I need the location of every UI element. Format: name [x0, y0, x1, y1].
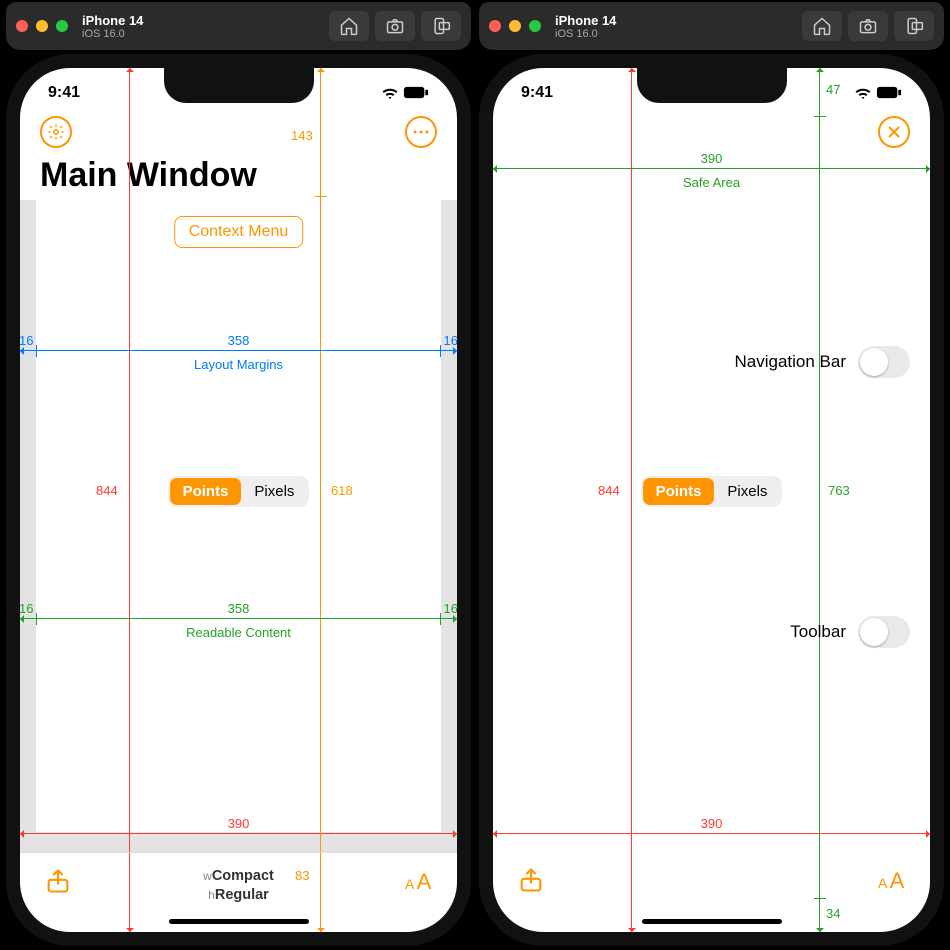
- toolbar-switch[interactable]: [858, 616, 910, 648]
- window-minimize-icon[interactable]: [36, 20, 48, 32]
- unit-segmented-control[interactable]: Points Pixels: [641, 476, 783, 507]
- svg-text:A: A: [417, 869, 432, 894]
- window-traffic-lights: [489, 20, 541, 32]
- navigation-bar-toggle-row: Navigation Bar: [493, 346, 910, 378]
- device-notch: [637, 68, 787, 103]
- home-indicator[interactable]: [169, 919, 309, 924]
- segment-points[interactable]: Points: [170, 478, 242, 505]
- window-minimize-icon[interactable]: [509, 20, 521, 32]
- ruler-full-width: 390: [20, 833, 457, 834]
- simulator-window-main: iPhone 14 iOS 16.0 9:41: [6, 2, 471, 946]
- settings-gear-button[interactable]: [40, 116, 72, 148]
- status-time: 9:41: [48, 84, 80, 102]
- device-notch: [164, 68, 314, 103]
- battery-icon: [876, 86, 902, 99]
- toolbar-toggle-row: Toolbar: [493, 616, 910, 648]
- toolbar-label: Toolbar: [790, 622, 846, 642]
- close-x-button[interactable]: [878, 116, 910, 148]
- layout-margin-band-bottom: [20, 832, 457, 852]
- page-title: Main Window: [40, 156, 257, 195]
- ruler-full-width: 390: [493, 833, 930, 834]
- simulator-screenshot-button[interactable]: [848, 11, 888, 41]
- simulator-title: iPhone 14 iOS 16.0: [82, 13, 143, 40]
- share-icon[interactable]: [44, 867, 72, 895]
- layout-margin-band-right: [441, 200, 457, 852]
- navigation-bar-label: Navigation Bar: [734, 352, 846, 372]
- svg-text:A: A: [878, 875, 888, 891]
- svg-text:A: A: [890, 868, 905, 893]
- simulator-home-button[interactable]: [329, 11, 369, 41]
- ruler-layout-margins: 16 16 358 Layout Margins: [20, 350, 457, 351]
- share-icon[interactable]: [517, 866, 545, 894]
- svg-text:A: A: [405, 876, 415, 892]
- text-size-icon[interactable]: AA: [878, 866, 906, 894]
- more-ellipsis-button[interactable]: [405, 116, 437, 148]
- segment-pixels[interactable]: Pixels: [714, 478, 780, 505]
- segment-pixels[interactable]: Pixels: [241, 478, 307, 505]
- ruler-full-height: 844: [631, 68, 632, 932]
- simulator-titlebar: iPhone 14 iOS 16.0: [479, 2, 944, 50]
- iphone-frame: 9:41 Main Window Context Menu: [6, 54, 471, 946]
- context-menu-button[interactable]: Context Menu: [174, 216, 304, 248]
- ruler-safe-area-height: 47 763 34: [819, 68, 820, 932]
- wifi-icon: [854, 86, 872, 100]
- text-size-icon[interactable]: AA: [405, 867, 433, 895]
- unit-segmented-control[interactable]: Points Pixels: [168, 476, 310, 507]
- simulator-home-button[interactable]: [802, 11, 842, 41]
- ruler-content-height: 143 618 83: [320, 68, 321, 932]
- ruler-readable-content: 16 16 358 Readable Content: [20, 618, 457, 619]
- iphone-frame: 9:41 844 390 390 Safe Area: [479, 54, 944, 946]
- ruler-safe-area-width: 390 Safe Area: [493, 168, 930, 169]
- simulator-window-safearea: iPhone 14 iOS 16.0 9:41: [479, 2, 944, 946]
- size-class-label: wCompact hRegular: [203, 867, 274, 905]
- window-zoom-icon[interactable]: [56, 20, 68, 32]
- window-close-icon[interactable]: [16, 20, 28, 32]
- home-indicator[interactable]: [642, 919, 782, 924]
- battery-icon: [403, 86, 429, 99]
- window-zoom-icon[interactable]: [529, 20, 541, 32]
- status-time: 9:41: [521, 84, 553, 102]
- simulator-titlebar: iPhone 14 iOS 16.0: [6, 2, 471, 50]
- simulator-rotate-button[interactable]: [894, 11, 934, 41]
- wifi-icon: [381, 86, 399, 100]
- window-traffic-lights: [16, 20, 68, 32]
- segment-points[interactable]: Points: [643, 478, 715, 505]
- simulator-screenshot-button[interactable]: [375, 11, 415, 41]
- navigation-bar-switch[interactable]: [858, 346, 910, 378]
- ruler-full-height: 844: [129, 68, 130, 932]
- simulator-rotate-button[interactable]: [421, 11, 461, 41]
- simulator-title: iPhone 14 iOS 16.0: [555, 13, 616, 40]
- window-close-icon[interactable]: [489, 20, 501, 32]
- layout-margin-band-left: [20, 200, 36, 852]
